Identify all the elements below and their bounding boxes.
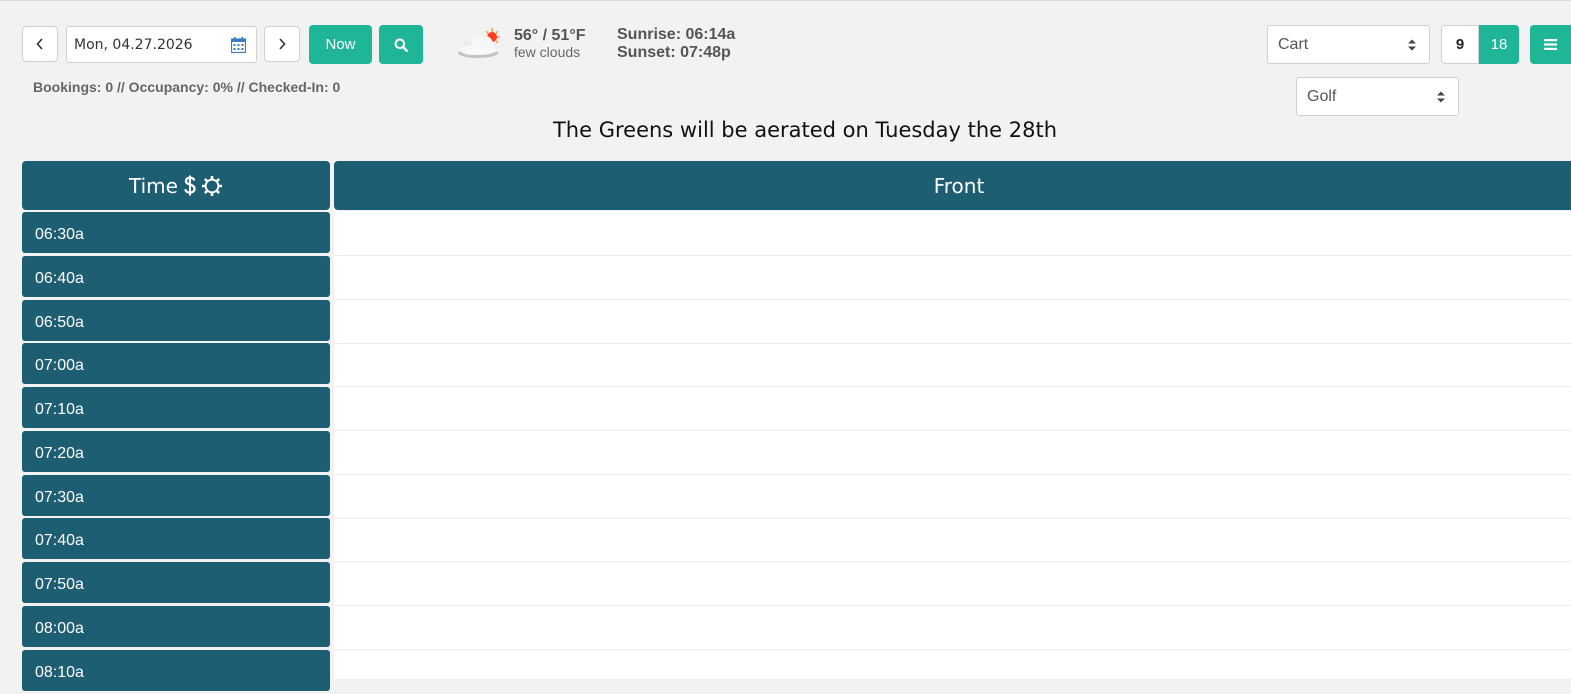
- slot-divider: [334, 255, 1571, 256]
- holes-9-button[interactable]: 9: [1441, 25, 1479, 64]
- sunset: Sunset: 07:48p: [617, 44, 731, 61]
- tee-time-label: 07:40a: [35, 532, 84, 549]
- gear-icon[interactable]: [201, 175, 223, 197]
- chevron-left-icon: [36, 38, 43, 50]
- temperature: 56° / 51°F: [514, 27, 586, 44]
- front-column-header: Front: [334, 161, 1571, 210]
- tee-time-slot[interactable]: 07:10a: [22, 387, 330, 428]
- slot-divider: [334, 518, 1571, 519]
- tee-time-label: 07:20a: [35, 445, 84, 462]
- tee-time-slot[interactable]: 06:30a: [22, 212, 330, 253]
- holes-9-label: 9: [1455, 36, 1465, 53]
- now-button[interactable]: Now: [309, 25, 372, 64]
- select-arrows-icon: [1408, 39, 1416, 50]
- holes-toggle: 9 18: [1441, 25, 1519, 64]
- announcement: The Greens will be aerated on Tuesday th…: [552, 118, 1058, 142]
- partly-cloudy-icon: [458, 28, 500, 58]
- cart-select-value: Cart: [1278, 35, 1309, 53]
- holes-18-label: 18: [1490, 36, 1508, 53]
- tee-time-label: 08:10a: [35, 664, 84, 681]
- tee-time-label: 07:30a: [35, 489, 84, 506]
- tee-time-label: 06:30a: [35, 226, 84, 243]
- tee-time-label: 07:00a: [35, 357, 84, 374]
- golf-select[interactable]: Golf: [1296, 77, 1459, 116]
- tee-time-slot[interactable]: 07:50a: [22, 562, 330, 603]
- front-header-label: Front: [933, 173, 985, 198]
- tee-time-slot[interactable]: 07:00a: [22, 343, 330, 384]
- tee-time-slot[interactable]: 07:20a: [22, 431, 330, 472]
- slot-divider: [334, 561, 1571, 562]
- tee-time-slot[interactable]: 07:40a: [22, 518, 330, 559]
- tee-time-slot[interactable]: 08:10a: [22, 650, 330, 691]
- slot-divider: [334, 649, 1571, 650]
- select-arrows-icon: [1437, 91, 1445, 102]
- tee-time-label: 07:50a: [35, 576, 84, 593]
- search-icon: [394, 38, 408, 52]
- calendar-icon[interactable]: [231, 37, 246, 53]
- date-value: Mon, 04.27.2026: [74, 36, 193, 53]
- tee-time-label: 06:40a: [35, 270, 84, 287]
- now-label: Now: [325, 36, 356, 53]
- slot-divider: [334, 343, 1571, 344]
- top-border: [0, 0, 1571, 1]
- slot-divider: [334, 299, 1571, 300]
- cart-select[interactable]: Cart: [1267, 25, 1430, 64]
- golf-select-value: Golf: [1307, 87, 1337, 105]
- time-header-label: Time: [129, 173, 178, 198]
- tee-time-slot[interactable]: 06:40a: [22, 256, 330, 297]
- holes-18-button[interactable]: 18: [1479, 25, 1519, 64]
- booking-stats: Bookings: 0 // Occupancy: 0% // Checked-…: [33, 79, 341, 95]
- search-button[interactable]: [379, 25, 423, 64]
- chevron-right-icon: [279, 38, 286, 50]
- date-field[interactable]: Mon, 04.27.2026: [66, 26, 257, 63]
- next-day-button[interactable]: [264, 26, 300, 62]
- tee-time-slot[interactable]: 06:50a: [22, 300, 330, 341]
- time-column-header: Time: [22, 161, 330, 210]
- tee-sheet-grid: [334, 211, 1571, 679]
- slot-divider: [334, 430, 1571, 431]
- weather-condition: few clouds: [514, 44, 581, 60]
- dollar-icon[interactable]: [184, 175, 196, 197]
- prev-day-button[interactable]: [22, 26, 58, 62]
- tee-time-label: 07:10a: [35, 401, 84, 418]
- slot-divider: [334, 474, 1571, 475]
- tee-time-slot[interactable]: 08:00a: [22, 606, 330, 647]
- tee-time-label: 08:00a: [35, 620, 84, 637]
- hamburger-menu-icon: [1544, 39, 1557, 50]
- tee-time-label: 06:50a: [35, 314, 84, 331]
- tee-time-slot[interactable]: 07:30a: [22, 475, 330, 516]
- menu-button[interactable]: [1530, 25, 1571, 64]
- slot-divider: [334, 605, 1571, 606]
- sunrise: Sunrise: 06:14a: [617, 26, 736, 43]
- slot-divider: [334, 386, 1571, 387]
